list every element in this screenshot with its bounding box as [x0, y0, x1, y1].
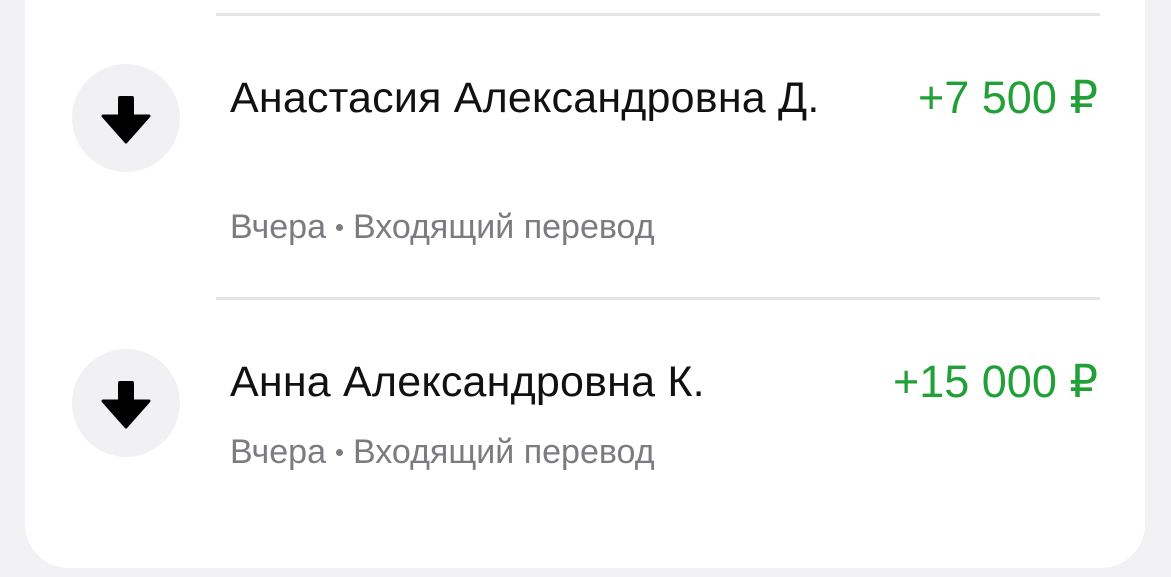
operation-type: Входящий перевод: [353, 208, 655, 246]
arrow-down-icon: [101, 96, 151, 144]
arrow-down-icon: [101, 381, 151, 429]
operation-amount: +15 000 ₽: [892, 356, 1098, 407]
operation-type: Входящий перевод: [353, 433, 655, 471]
sender-name: Анна Александровна К.: [230, 358, 705, 406]
operation-amount: +7 500 ₽: [917, 72, 1098, 123]
operation-date: Вчера: [230, 433, 326, 471]
incoming-transfer-icon-badge: [72, 349, 180, 457]
incoming-transfer-icon-badge: [72, 64, 180, 172]
operation-meta: Вчера Входящий перевод: [230, 207, 655, 247]
sender-name: Анастасия Александровна Д.: [230, 74, 820, 122]
operation-meta: Вчера Входящий перевод: [230, 432, 655, 472]
operation-date: Вчера: [230, 208, 326, 246]
operation-row[interactable]: Анастасия Александровна Д. Вчера Входящий…: [0, 0, 1171, 290]
separator-dot: [336, 448, 343, 456]
operation-row[interactable]: Анна Александровна К. Вчера Входящий пере…: [0, 300, 1171, 500]
separator-dot: [336, 223, 343, 231]
